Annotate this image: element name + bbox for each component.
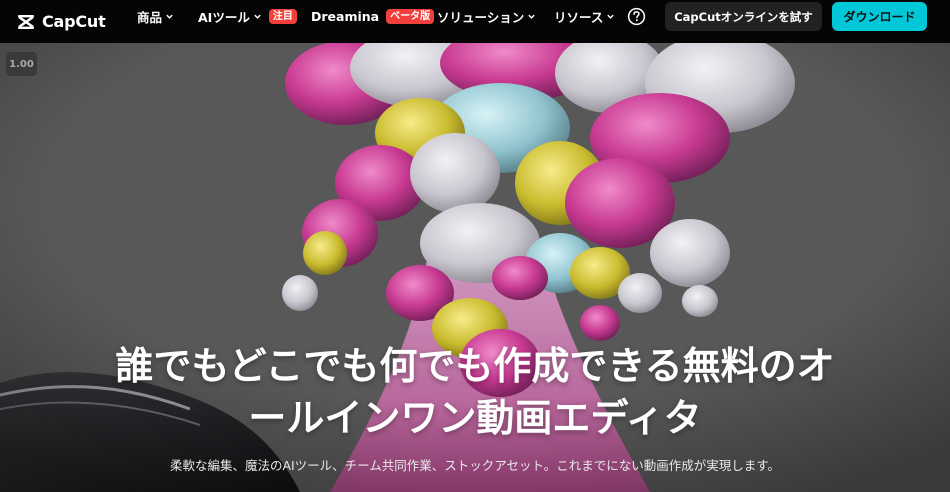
download-button[interactable]: ダウンロード bbox=[832, 2, 927, 31]
zoom-level-badge: 1.00 bbox=[6, 52, 37, 76]
chevron-down-icon bbox=[166, 14, 173, 19]
nav-item-label: AIツール bbox=[198, 10, 250, 25]
nav-item-dreamina[interactable]: Dreamina ベータ版 bbox=[311, 0, 435, 33]
logo-text: CapCut bbox=[42, 12, 106, 31]
question-circle-icon[interactable] bbox=[627, 7, 646, 26]
top-nav: CapCut 商品 AIツール 注目 Dreamina ベータ版 ソリューション… bbox=[0, 0, 950, 43]
try-online-button[interactable]: CapCutオンラインを試す bbox=[665, 2, 822, 31]
hero-headline-line-2: ールインワン動画エディタ bbox=[248, 396, 702, 440]
chevron-down-icon bbox=[254, 14, 261, 19]
hero-headline: 誰でもどこでも何でも作成できる無料のオ ールインワン動画エディタ bbox=[0, 340, 950, 444]
hero-section: 1.00 誰でもどこでも何でも作成できる無料のオ ールインワン動画エディタ 柔軟… bbox=[0, 43, 950, 492]
featured-badge: 注目 bbox=[268, 9, 297, 24]
nav-item-products[interactable]: 商品 bbox=[137, 0, 174, 33]
beta-badge: ベータ版 bbox=[386, 9, 435, 24]
nav-item-label: 商品 bbox=[137, 10, 163, 25]
nav-item-resources[interactable]: リソース bbox=[554, 0, 615, 33]
capcut-logo-icon bbox=[18, 14, 34, 29]
nav-item-label: リソース bbox=[554, 10, 604, 25]
nav-item-ai-tools[interactable]: AIツール 注目 bbox=[198, 0, 297, 33]
capcut-logo[interactable]: CapCut bbox=[16, 0, 106, 43]
chevron-down-icon bbox=[607, 14, 615, 19]
chevron-down-icon bbox=[528, 14, 535, 19]
nav-item-label: Dreamina bbox=[311, 9, 380, 24]
nav-item-label: ソリューション bbox=[437, 10, 525, 25]
hero-subline: 柔軟な編集、魔法のAIツール、チーム共同作業、ストックアセット。これまでにない動… bbox=[169, 458, 781, 473]
hero-headline-line-1: 誰でもどこでも何でも作成できる無料のオ bbox=[115, 344, 835, 388]
nav-item-solutions[interactable]: ソリューション bbox=[437, 0, 536, 33]
